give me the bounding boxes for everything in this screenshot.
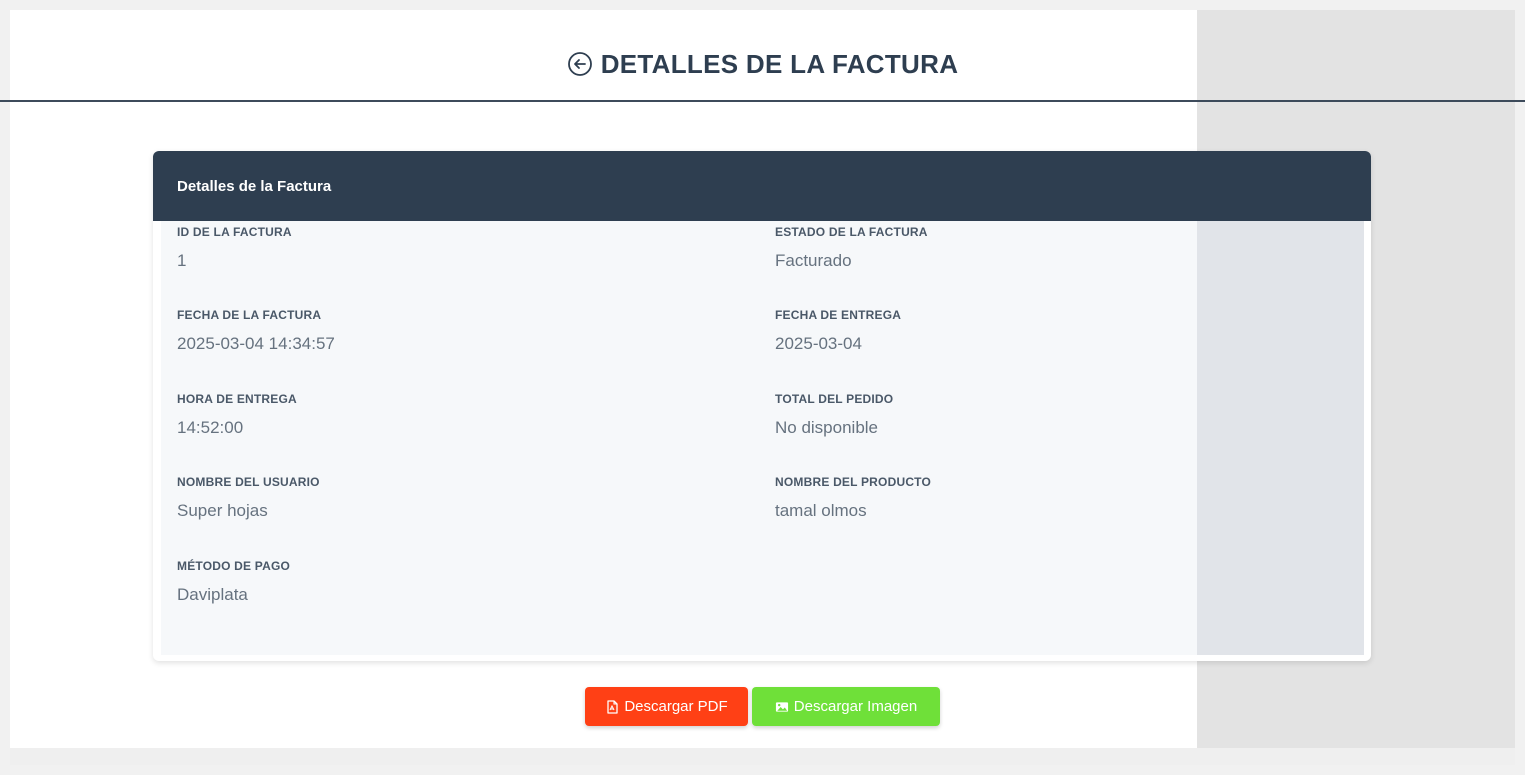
field-value: tamal olmos xyxy=(775,501,867,520)
field-user-name: NOMBRE DEL USUARIO Super hojas xyxy=(177,475,320,521)
field-label: FECHA DE LA FACTURA xyxy=(177,308,322,322)
field-value: Facturado xyxy=(775,251,852,270)
card-body-right-panel xyxy=(1197,221,1364,655)
field-delivery-date: FECHA DE ENTREGA 2025-03-04 xyxy=(775,308,901,354)
field-label: HORA DE ENTREGA xyxy=(177,392,297,406)
field-value: 1 xyxy=(177,251,187,270)
field-label: NOMBRE DEL PRODUCTO xyxy=(775,475,932,489)
file-pdf-icon xyxy=(605,699,619,714)
image-icon xyxy=(775,700,789,714)
field-label: ID DE LA FACTURA xyxy=(177,225,292,239)
field-label: TOTAL DEL PEDIDO xyxy=(775,392,894,406)
header-divider xyxy=(0,100,1525,102)
invoice-details-card: Detalles de la Factura ID DE LA FACTURA … xyxy=(153,151,1371,661)
card-header: Detalles de la Factura xyxy=(153,151,1371,221)
field-delivery-time: HORA DE ENTREGA 14:52:00 xyxy=(177,392,297,438)
download-pdf-button[interactable]: Descargar PDF xyxy=(585,687,748,726)
field-invoice-status: ESTADO DE LA FACTURA Facturado xyxy=(775,225,928,271)
field-label: ESTADO DE LA FACTURA xyxy=(775,225,928,239)
field-value: 2025-03-04 xyxy=(775,334,862,353)
field-invoice-date: FECHA DE LA FACTURA 2025-03-04 14:34:57 xyxy=(177,308,335,354)
bottom-strip xyxy=(10,748,1515,765)
page-header: DETALLES DE LA FACTURA xyxy=(0,36,1525,92)
back-arrow-circle-icon[interactable] xyxy=(567,51,593,77)
field-value: Daviplata xyxy=(177,585,248,604)
field-value: 14:52:00 xyxy=(177,418,244,437)
field-label: FECHA DE ENTREGA xyxy=(775,308,902,322)
field-invoice-id: ID DE LA FACTURA 1 xyxy=(177,225,292,271)
download-pdf-label: Descargar PDF xyxy=(624,698,728,715)
field-label: MÉTODO DE PAGO xyxy=(177,559,291,573)
field-value: 2025-03-04 14:34:57 xyxy=(177,334,335,353)
card-title: Detalles de la Factura xyxy=(177,177,332,195)
field-product-name: NOMBRE DEL PRODUCTO tamal olmos xyxy=(775,475,931,521)
field-order-total: TOTAL DEL PEDIDO No disponible xyxy=(775,392,893,438)
field-payment-method: MÉTODO DE PAGO Daviplata xyxy=(177,559,290,605)
download-image-button[interactable]: Descargar Imagen xyxy=(752,687,940,726)
page-title: DETALLES DE LA FACTURA xyxy=(600,48,959,79)
field-value: Super hojas xyxy=(177,501,268,520)
field-label: NOMBRE DEL USUARIO xyxy=(177,475,320,489)
card-body xyxy=(161,221,1197,655)
download-image-label: Descargar Imagen xyxy=(793,698,918,715)
field-value: No disponible xyxy=(775,418,879,437)
